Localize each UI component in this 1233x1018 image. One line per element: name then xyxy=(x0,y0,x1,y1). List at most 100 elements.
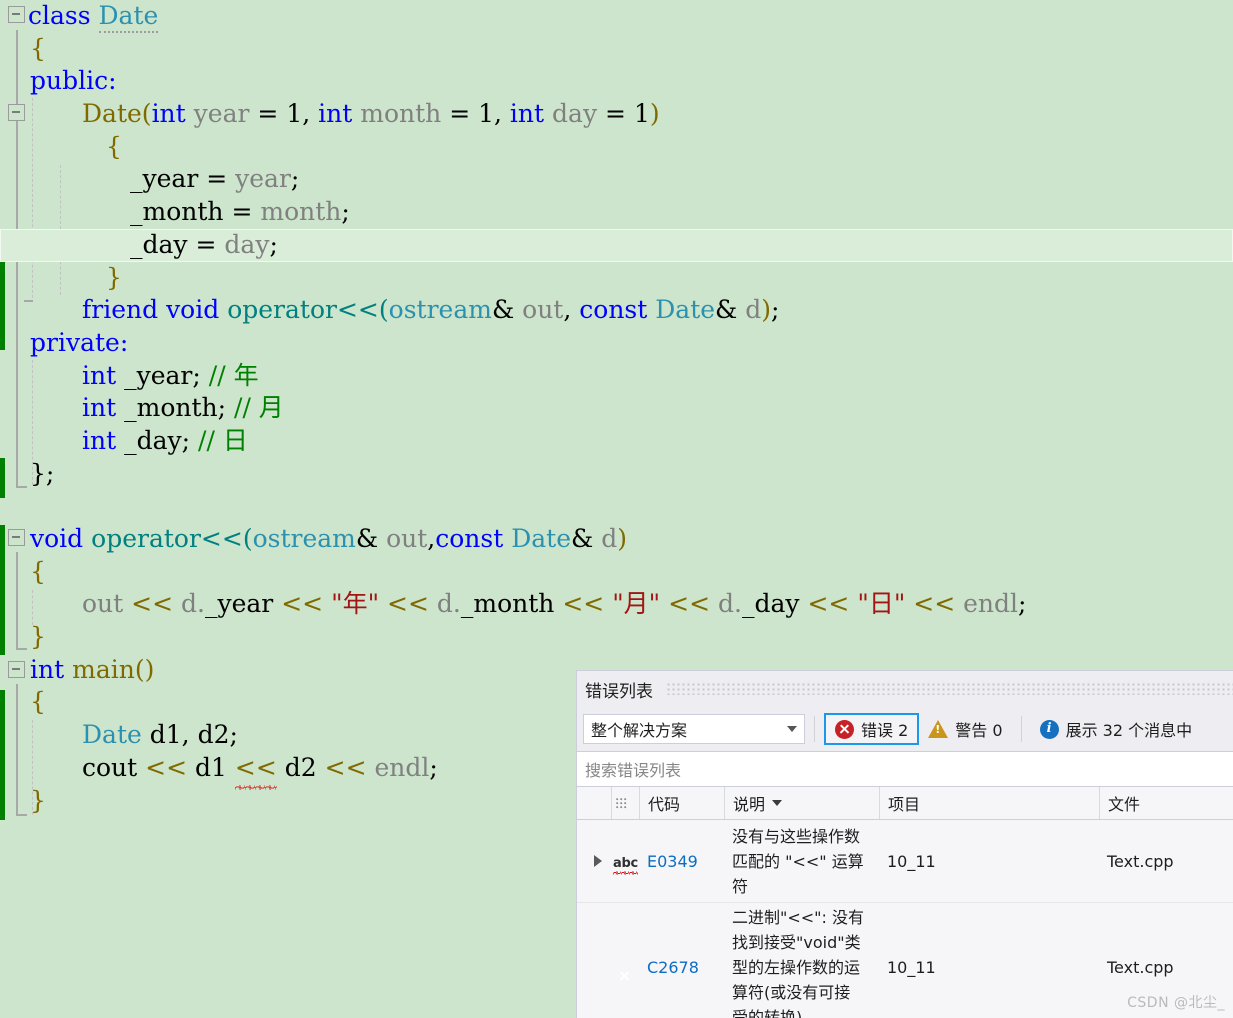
row-description: 二进制"<<": 没有 找到接受"void"类 型的左操作数的运 算符(或没有可… xyxy=(732,907,865,1018)
code-line[interactable]: { xyxy=(0,33,1233,66)
sp xyxy=(123,589,131,618)
token-brace-open: { xyxy=(30,33,46,63)
code-line-current[interactable]: _day = day; xyxy=(0,228,1233,262)
search-input[interactable]: 搜索错误列表 xyxy=(585,757,681,781)
code-line[interactable]: Date(int year = 1, int month = 1, int da… xyxy=(0,98,1233,131)
token-param-d: d xyxy=(436,589,453,619)
token-semi: ; xyxy=(290,164,300,194)
token-param-d: d xyxy=(601,524,618,553)
token-paren-close: ) xyxy=(617,524,628,553)
token-keyword-int: int xyxy=(509,99,545,129)
token-comment-month: // 月 xyxy=(234,393,284,423)
token-string-year: "年" xyxy=(331,589,380,619)
token-cout: cout xyxy=(82,752,138,782)
code-line[interactable]: int _month; // 月 xyxy=(0,392,1233,425)
token-dot: . xyxy=(197,589,205,619)
code-line[interactable]: private: xyxy=(0,327,1233,360)
code-line[interactable]: out << d._year << "年" << d._month << "月"… xyxy=(0,588,1233,621)
token-literal-one: 1 xyxy=(633,99,650,129)
scope-filter-dropdown[interactable]: 整个解决方案 xyxy=(583,714,805,744)
token-semi: ; xyxy=(181,425,191,455)
code-line-blank[interactable] xyxy=(0,490,1233,523)
token-type-ostream: ostream xyxy=(252,524,356,553)
column-header-expander[interactable] xyxy=(577,787,611,819)
token-param-d: d xyxy=(718,589,735,619)
error-list-toolbar[interactable]: 整个解决方案 错误 2 警告 0 展示 32 个消息中 xyxy=(577,707,1233,751)
token-keyword-int: int xyxy=(82,393,117,423)
token-keyword-int: int xyxy=(82,360,117,390)
token-string-day: "日" xyxy=(857,589,906,619)
code-line[interactable]: } xyxy=(0,262,1233,295)
sp xyxy=(201,361,209,390)
column-header-file[interactable]: 文件 xyxy=(1099,787,1233,819)
code-line[interactable]: _year = year; xyxy=(0,163,1233,196)
sp xyxy=(187,753,195,782)
sp xyxy=(660,589,668,618)
sp xyxy=(310,99,318,128)
sp xyxy=(219,295,227,324)
toolbar-separator xyxy=(814,716,815,742)
code-line[interactable]: { xyxy=(0,556,1233,589)
column-header-project[interactable]: 项目 xyxy=(879,787,1099,819)
column-header-description[interactable]: 说明 xyxy=(724,787,879,819)
token-comma: , xyxy=(494,99,502,129)
token-comma: , xyxy=(302,99,311,129)
token-shift-operator-error: << xyxy=(234,752,277,790)
token-member-day: _day xyxy=(130,229,188,259)
error-list-grid[interactable]: 代码 说明 项目 文件 abc E0349 没有与这些操作数 匹配的 "<<" … xyxy=(577,787,1233,1018)
error-list-title-bar[interactable]: 错误列表 xyxy=(577,671,1233,707)
sp xyxy=(544,99,552,128)
token-shift-operator: << xyxy=(562,589,605,619)
token-eq: = xyxy=(206,164,228,194)
sp xyxy=(188,230,196,259)
filter-messages-button[interactable]: 展示 32 个消息中 xyxy=(1031,713,1202,745)
token-member-month: _month xyxy=(124,393,218,423)
code-line[interactable]: friend void operator<<(ostream& out, con… xyxy=(0,294,1233,327)
token-shift-operator: << xyxy=(324,752,367,782)
token-semi: ; xyxy=(771,295,780,325)
token-shift-operator: << xyxy=(145,752,188,782)
filter-errors-button[interactable]: 错误 2 xyxy=(824,713,920,745)
token-keyword-friend: friend xyxy=(82,295,159,325)
code-line[interactable]: int _year; // 年 xyxy=(0,360,1233,393)
error-list-panel[interactable]: 错误列表 整个解决方案 错误 2 警告 0 展示 32 个消息中 搜索错误列表 xyxy=(576,670,1233,1018)
token-literal-one: 1 xyxy=(286,99,303,129)
token-keyword-void: void xyxy=(30,524,84,553)
sp xyxy=(470,99,478,128)
code-line[interactable]: _month = month; xyxy=(0,196,1233,229)
column-header-code[interactable]: 代码 xyxy=(639,787,724,819)
row-code[interactable]: C2678 xyxy=(639,958,724,977)
search-error-list-bar[interactable]: 搜索错误列表 xyxy=(577,751,1233,787)
code-line[interactable]: public: xyxy=(0,65,1233,98)
token-comment-day: // 日 xyxy=(198,425,248,455)
token-shift-operator: << xyxy=(336,295,379,325)
column-header-icon[interactable] xyxy=(611,787,639,819)
token-param-day: day xyxy=(224,229,270,259)
code-line[interactable]: void operator<<(ostream& out,const Date&… xyxy=(0,523,1233,556)
code-line[interactable]: class Date xyxy=(0,0,1233,33)
code-line[interactable]: { xyxy=(0,131,1233,164)
sp xyxy=(626,99,634,128)
token-member-year: _year xyxy=(130,164,199,194)
table-row[interactable]: abc E0349 没有与这些操作数 匹配的 "<<" 运算 符 10_11 T… xyxy=(577,820,1233,903)
row-expander[interactable] xyxy=(577,855,611,867)
chevron-right-icon[interactable] xyxy=(594,855,602,867)
token-parens: () xyxy=(134,654,155,684)
code-line[interactable]: }; xyxy=(0,458,1233,491)
sp xyxy=(597,99,605,128)
token-endl: endl xyxy=(374,752,430,782)
column-header-description-label: 说明 xyxy=(733,795,766,814)
token-member-year: _year xyxy=(204,589,274,619)
sp xyxy=(116,393,124,422)
code-line[interactable]: } xyxy=(0,621,1233,654)
row-code[interactable]: E0349 xyxy=(639,852,724,871)
filter-warnings-button[interactable]: 警告 0 xyxy=(919,713,1011,745)
token-keyword-class: class xyxy=(28,1,91,30)
token-param-year: year xyxy=(235,164,291,194)
code-line[interactable]: int _day; // 日 xyxy=(0,425,1233,458)
token-param-month: month xyxy=(360,99,442,129)
filter-messages-label: 展示 32 个消息中 xyxy=(1065,721,1193,740)
token-param-day: day xyxy=(552,99,598,129)
token-member-day: _day xyxy=(124,425,182,455)
